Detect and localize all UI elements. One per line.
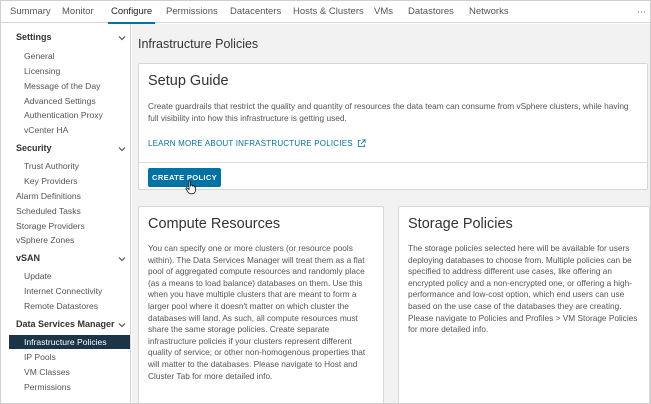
sidebar-section-data-services-manager[interactable]: Data Services Manager	[16, 319, 115, 329]
sidebar-item-advanced-settings[interactable]: Advanced Settings	[24, 96, 96, 106]
sidebar: Settings General Licensing Message of th…	[1, 24, 131, 403]
tab-datastores[interactable]: Datastores	[408, 1, 454, 23]
sidebar-item-ip-pools[interactable]: IP Pools	[24, 352, 56, 362]
setup-guide-description: Create guardrails that restrict the qual…	[148, 101, 629, 123]
top-tab-bar: Summary Monitor Configure Permissions Da…	[1, 1, 650, 24]
compute-resources-title: Compute Resources	[148, 216, 281, 232]
sidebar-item-permissions[interactable]: Permissions	[24, 382, 71, 392]
tab-summary[interactable]: Summary	[10, 1, 51, 23]
sidebar-item-scheduled-tasks[interactable]: Scheduled Tasks	[16, 206, 81, 216]
setup-guide-card: Setup Guide Create guardrails that restr…	[138, 63, 648, 195]
learn-more-link-label[interactable]: LEARN MORE ABOUT INFRASTRUCTURE POLICIES	[148, 139, 353, 148]
external-link-icon	[357, 139, 366, 148]
sidebar-item-trust-authority[interactable]: Trust Authority	[24, 161, 79, 171]
sidebar-item-key-providers[interactable]: Key Providers	[24, 176, 78, 186]
chevron-down-icon[interactable]	[117, 144, 127, 154]
tab-datacenters[interactable]: Datacenters	[230, 1, 281, 23]
sidebar-item-infrastructure-policies[interactable]: Infrastructure Policies	[9, 335, 130, 349]
tab-hosts-clusters[interactable]: Hosts & Clusters	[293, 1, 364, 23]
tab-configure[interactable]: Configure	[107, 1, 156, 24]
hand-cursor-icon	[185, 180, 196, 195]
app-window: Summary Monitor Configure Permissions Da…	[0, 0, 651, 404]
card-divider	[139, 162, 647, 163]
storage-policies-title: Storage Policies	[408, 216, 513, 232]
setup-guide-title: Setup Guide	[148, 73, 229, 89]
chevron-down-icon[interactable]	[117, 254, 127, 264]
tab-vms[interactable]: VMs	[374, 1, 393, 23]
sidebar-item-authentication-proxy[interactable]: Authentication Proxy	[24, 110, 103, 120]
page-title: Infrastructure Policies	[138, 37, 259, 51]
chevron-down-icon[interactable]	[117, 320, 127, 330]
sidebar-item-message-of-the-day[interactable]: Message of the Day	[24, 81, 100, 91]
sidebar-item-internet-connectivity[interactable]: Internet Connectivity	[24, 286, 102, 296]
tab-permissions[interactable]: Permissions	[166, 1, 218, 23]
sidebar-item-update[interactable]: Update	[24, 271, 52, 281]
sidebar-item-vsphere-zones[interactable]: vSphere Zones	[16, 235, 74, 245]
sidebar-item-storage-providers[interactable]: Storage Providers	[16, 221, 85, 231]
storage-policies-description: The storage policies selected here will …	[408, 243, 638, 335]
sidebar-item-vcenter-ha[interactable]: vCenter HA	[24, 125, 68, 135]
sidebar-section-security[interactable]: Security	[16, 143, 52, 153]
sidebar-item-licensing[interactable]: Licensing	[24, 66, 60, 76]
sidebar-section-settings[interactable]: Settings	[16, 32, 52, 42]
compute-resources-description: You can specify one or more clusters (or…	[148, 243, 366, 381]
main-content: Infrastructure Policies Setup Guide Crea…	[132, 24, 650, 403]
sidebar-item-remote-datastores[interactable]: Remote Datastores	[24, 301, 98, 311]
sidebar-item-alarm-definitions[interactable]: Alarm Definitions	[16, 191, 81, 201]
compute-resources-card: Compute Resources You can specify one or…	[138, 206, 384, 403]
sidebar-item-vm-classes[interactable]: VM Classes	[24, 367, 70, 377]
storage-policies-card: Storage Policies The storage policies se…	[398, 206, 650, 403]
learn-more-link[interactable]: LEARN MORE ABOUT INFRASTRUCTURE POLICIES	[148, 139, 366, 148]
sidebar-section-vsan[interactable]: vSAN	[16, 253, 40, 263]
chevron-down-icon[interactable]	[117, 33, 127, 43]
tab-monitor[interactable]: Monitor	[62, 1, 94, 23]
more-tabs-icon[interactable]: ⋯	[637, 1, 646, 23]
sidebar-item-general[interactable]: General	[24, 51, 55, 61]
tab-networks[interactable]: Networks	[469, 1, 509, 23]
